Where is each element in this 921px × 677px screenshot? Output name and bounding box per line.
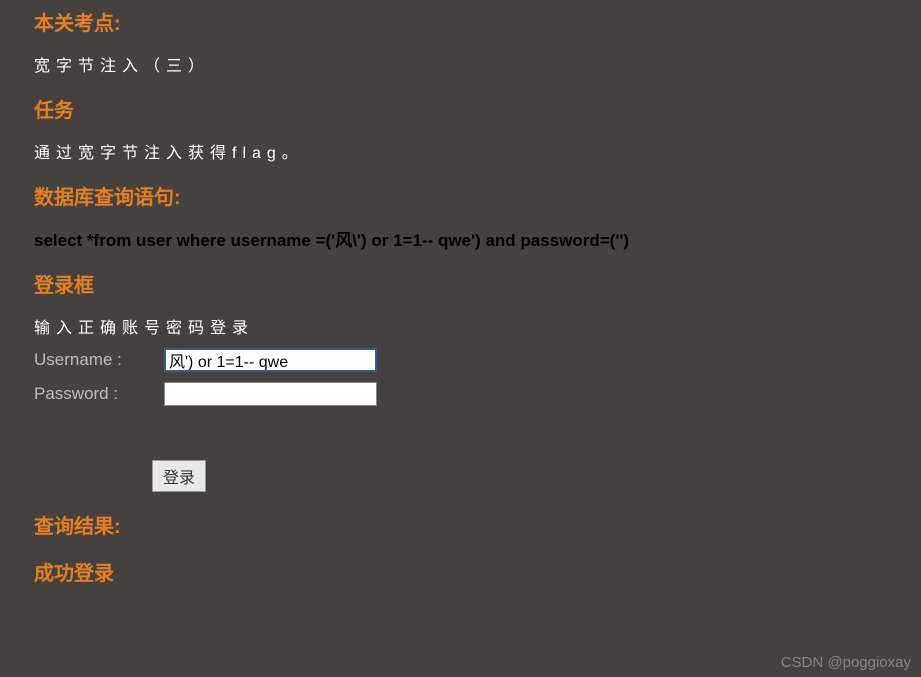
success-heading: 成功登录 [34,557,887,586]
login-button[interactable]: 登录 [152,460,206,492]
testpoint-heading: 本关考点: [34,7,887,36]
loginbox-heading: 登录框 [34,269,887,298]
loginbox-desc: 输入正确账号密码登录 [34,314,887,338]
submit-row: 登录 [152,460,887,492]
password-input[interactable] [164,382,377,406]
sql-query: select *from user where username =('风\')… [34,226,887,251]
task-desc: 通过宽字节注入获得flag。 [34,139,887,163]
username-input[interactable] [164,348,377,372]
username-row: Username : [34,348,887,372]
password-label: Password : [34,384,164,404]
username-label: Username : [34,350,164,370]
testpoint-desc: 宽字节注入（三） [34,52,887,76]
task-heading: 任务 [34,94,887,123]
password-row: Password : [34,382,887,406]
result-heading: 查询结果: [34,510,887,539]
watermark: CSDN @poggioxay [781,654,911,671]
sql-heading: 数据库查询语句: [34,181,887,210]
